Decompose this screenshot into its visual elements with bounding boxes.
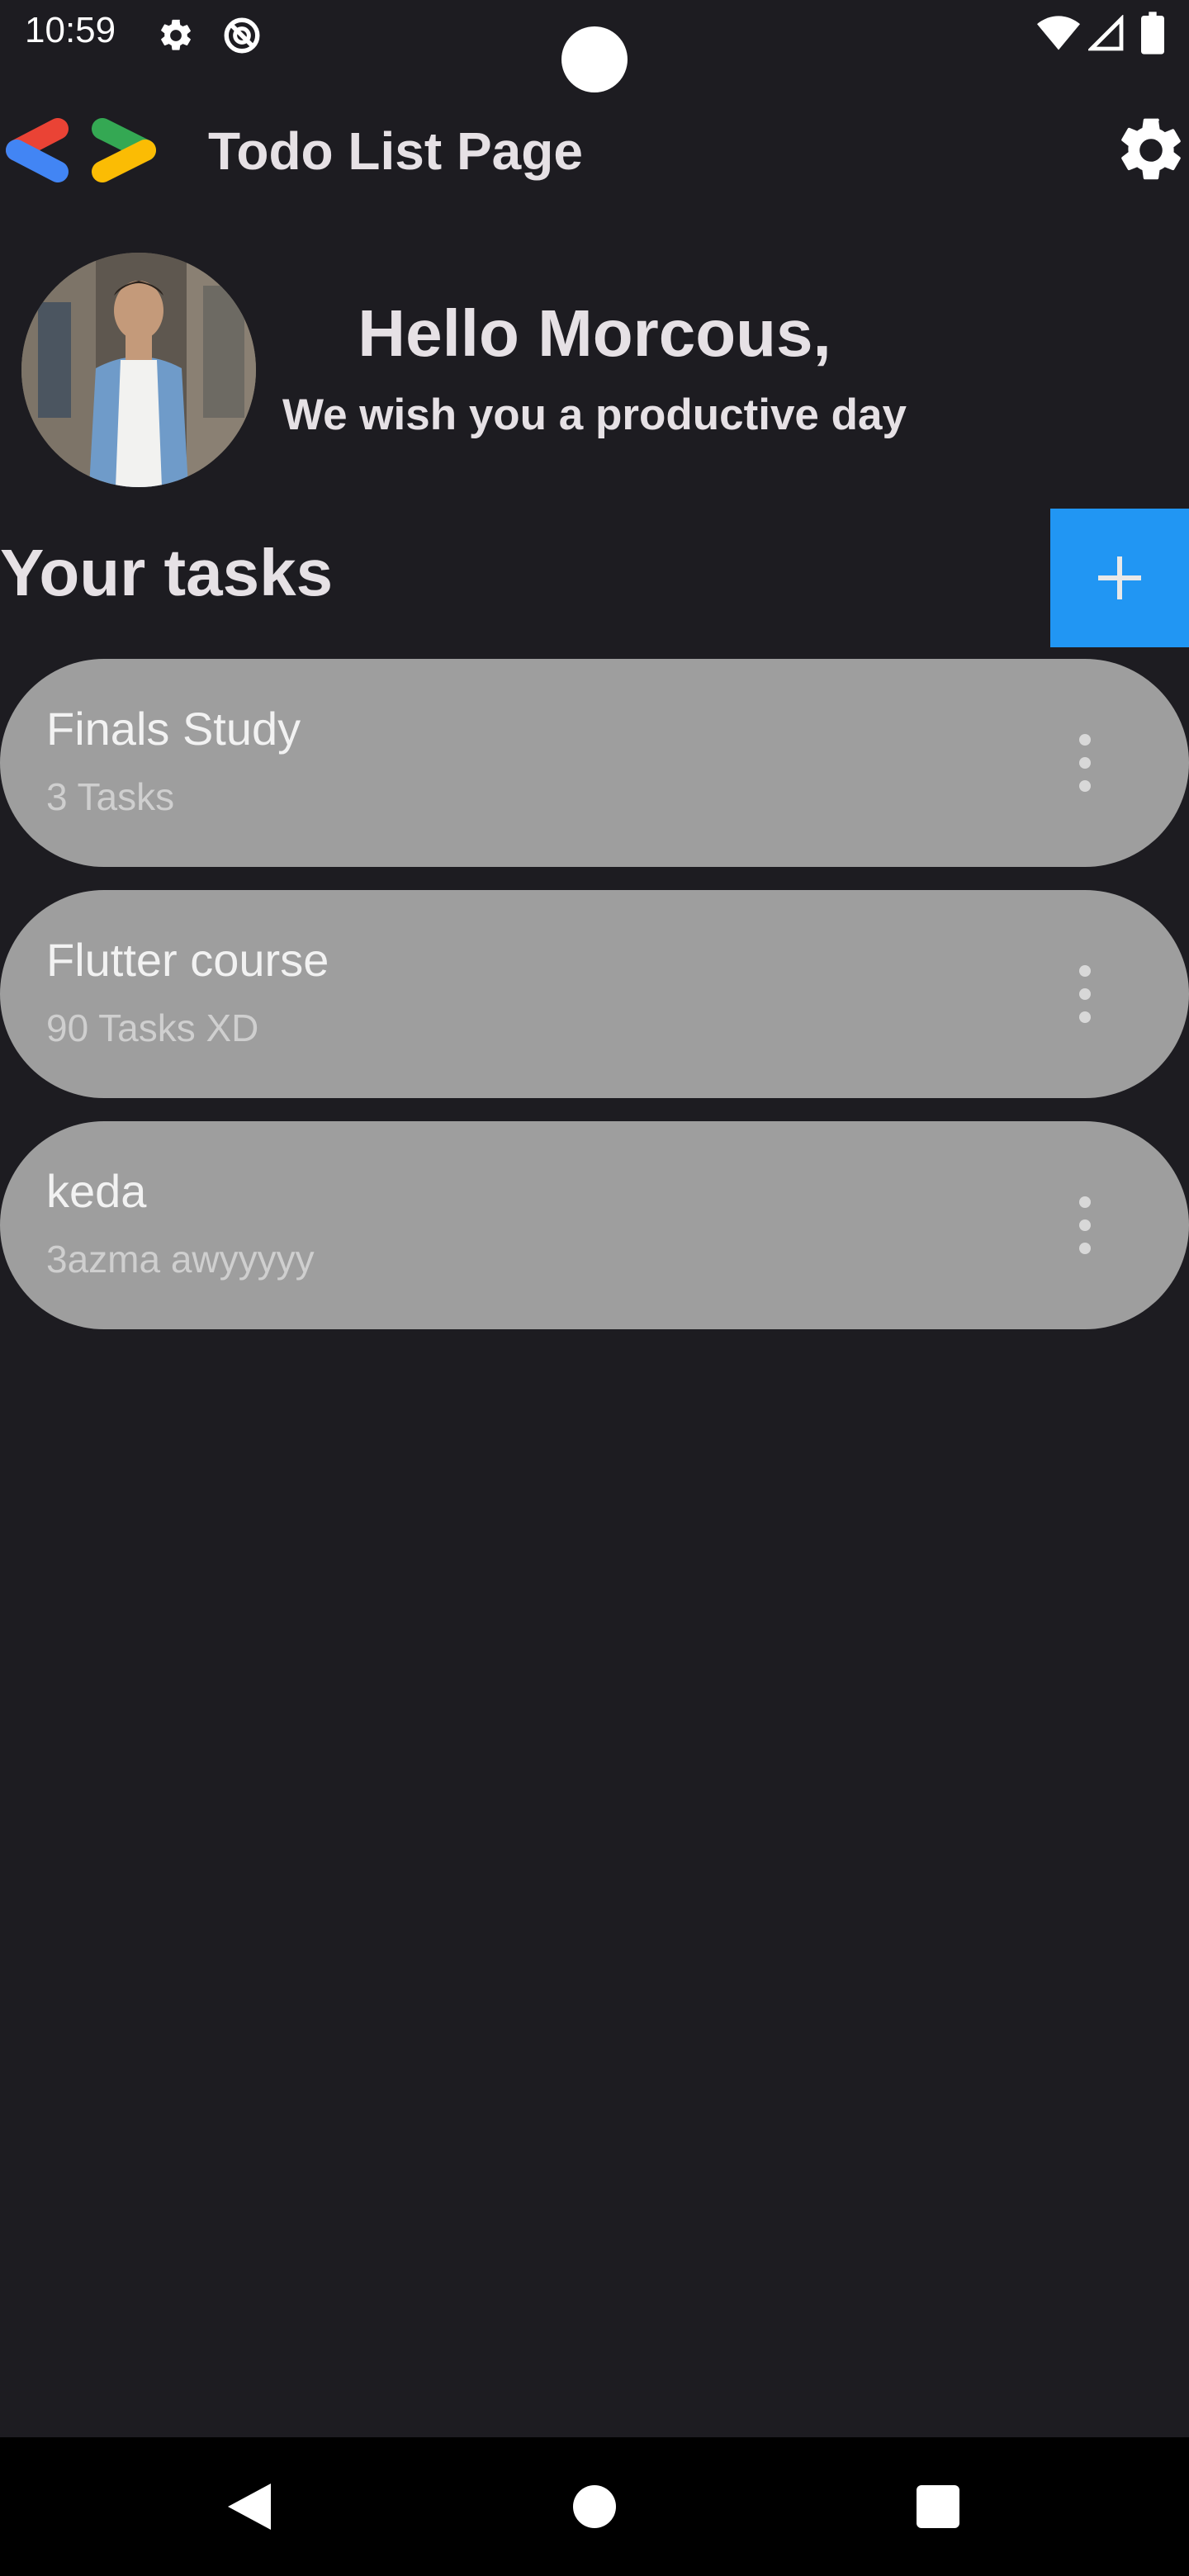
gear-icon[interactable] <box>1113 112 1189 188</box>
signal-icon <box>1088 15 1124 51</box>
wifi-icon <box>1037 16 1080 50</box>
task-card[interactable]: Flutter course 90 Tasks XD <box>0 890 1189 1098</box>
no-tracking-icon <box>224 17 260 54</box>
gear-icon <box>161 19 191 50</box>
home-icon[interactable] <box>565 2477 624 2536</box>
tasks-section-title: Your tasks <box>0 536 334 609</box>
plus-icon <box>1098 556 1141 599</box>
battery-icon <box>1141 12 1164 54</box>
task-card[interactable]: Finals Study 3 Tasks <box>0 659 1189 867</box>
task-subtitle: 3azma awyyyyy <box>46 1238 315 1281</box>
google-developers-logo <box>6 118 156 182</box>
avatar-photo <box>21 253 256 487</box>
more-vert-icon[interactable] <box>1065 1192 1105 1258</box>
task-title: keda <box>46 1165 147 1217</box>
app-bar: Todo List Page <box>0 92 1189 208</box>
greeting-title: Hello Morcous, <box>358 296 831 370</box>
more-vert-icon[interactable] <box>1065 730 1105 796</box>
system-nav-bar <box>0 2437 1189 2576</box>
recents-icon[interactable] <box>908 2477 968 2536</box>
task-title: Finals Study <box>46 703 301 755</box>
greeting-subtitle: We wish you a productive day <box>282 391 907 439</box>
task-subtitle: 3 Tasks <box>46 775 175 818</box>
task-subtitle: 90 Tasks XD <box>46 1006 259 1049</box>
task-title: Flutter course <box>46 934 329 986</box>
status-time: 10:59 <box>25 10 116 50</box>
more-vert-icon[interactable] <box>1065 961 1105 1027</box>
task-card[interactable]: keda 3azma awyyyyy <box>0 1121 1189 1329</box>
avatar <box>21 253 256 487</box>
status-bar: 10:59 <box>0 0 1189 92</box>
page-title: Todo List Page <box>208 121 583 181</box>
camera-cutout <box>561 26 628 92</box>
back-icon[interactable] <box>220 2477 279 2536</box>
add-task-button[interactable] <box>1050 509 1189 647</box>
